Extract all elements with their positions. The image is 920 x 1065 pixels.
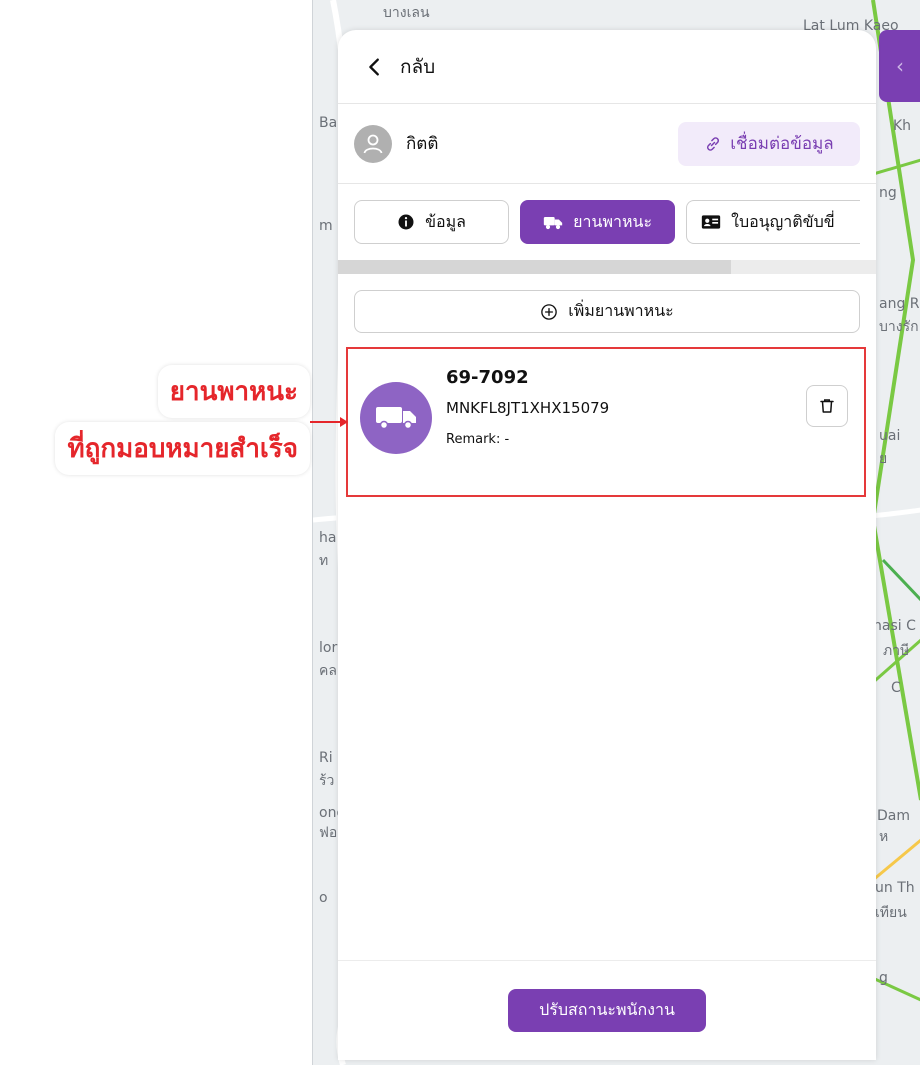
- map-label: C: [891, 680, 901, 696]
- info-icon: [398, 214, 414, 230]
- tab-info-label: ข้อมูล: [425, 211, 466, 231]
- map-label: ห: [879, 829, 889, 845]
- map-label: Ba: [319, 115, 338, 131]
- tab-license[interactable]: ใบอนุญาติขับขี่: [686, 200, 860, 244]
- map-label: บางเลน: [383, 5, 430, 21]
- back-label[interactable]: กลับ: [400, 52, 435, 82]
- trash-icon: [820, 399, 834, 413]
- delete-vehicle-button[interactable]: [806, 385, 848, 427]
- update-status-button[interactable]: ปรับสถานะพนักงาน: [508, 989, 706, 1032]
- map-label: lor: [319, 640, 338, 656]
- tab-bar: ข้อมูล ยานพาหนะ ใบอนุญาติขับขี่: [338, 200, 876, 244]
- panel-footer: ปรับสถานะพนักงาน: [338, 960, 876, 1060]
- annotation-arrow-icon: [310, 417, 348, 427]
- driver-panel: กลับ กิตติ เชื่อมต่อข้อมูล ข้อมูล ยานพาห…: [338, 30, 876, 1060]
- user-name: กิตติ: [406, 134, 439, 154]
- user-icon: [363, 134, 383, 153]
- map-label: o: [319, 890, 328, 906]
- back-arrow-icon[interactable]: [364, 56, 386, 78]
- map-label: ng: [879, 185, 897, 201]
- tab-license-label: ใบอนุญาติขับขี่: [731, 211, 835, 231]
- annotation-callout: ยานพาหนะ ที่ถูกมอบหมายสำเร็จ: [55, 365, 310, 475]
- tab-vehicle-label: ยานพาหนะ: [573, 211, 653, 231]
- link-icon: [707, 136, 720, 151]
- map-label: g: [879, 970, 888, 986]
- id-card-icon: [701, 215, 721, 229]
- map-label: ร้ว: [319, 773, 335, 789]
- vehicle-avatar: [360, 382, 432, 454]
- truck-icon: [376, 407, 416, 430]
- scroll-progress[interactable]: [338, 260, 876, 274]
- avatar: [354, 124, 392, 163]
- user-row: กิตติ เชื่อมต่อข้อมูล: [338, 104, 876, 184]
- tab-vehicle[interactable]: ยานพาหนะ: [520, 200, 676, 244]
- scroll-progress-fill: [338, 260, 731, 274]
- map-label: Kh: [893, 118, 912, 134]
- map-label: Ri: [319, 750, 333, 766]
- map-label: ha: [319, 530, 337, 546]
- link-data-button[interactable]: เชื่อมต่อข้อมูล: [678, 121, 860, 166]
- vehicle-plate: 69-7092: [446, 367, 529, 388]
- truck-icon: [543, 217, 563, 230]
- plus-circle-icon: [541, 303, 558, 320]
- map-label: ภาษี: [883, 643, 910, 659]
- map-label: ang R: [879, 296, 920, 312]
- map-label: ท: [319, 553, 329, 569]
- add-vehicle-button[interactable]: เพิ่มยานพาหนะ: [354, 290, 860, 333]
- map-label: Dam: [877, 808, 910, 824]
- chevron-left-icon: ‹: [896, 54, 904, 78]
- map-label: un Th: [875, 880, 915, 896]
- map-label: บางรัก: [879, 319, 919, 335]
- map-label: hasi C: [873, 618, 916, 634]
- vehicle-vin: MNKFL8JT1XHX15079: [446, 399, 610, 417]
- map-label: uai: [879, 428, 901, 444]
- tab-info[interactable]: ข้อมูล: [354, 200, 510, 244]
- map-collapse-button[interactable]: ‹: [879, 30, 920, 102]
- add-vehicle-label: เพิ่มยานพาหนะ: [568, 301, 674, 320]
- map-label: คล: [319, 663, 337, 679]
- link-data-button-label: เชื่อมต่อข้อมูล: [730, 134, 834, 154]
- map-label: เทียน: [875, 905, 907, 921]
- map-label: m: [319, 218, 333, 234]
- map-label: ย: [879, 451, 888, 467]
- panel-header: กลับ: [338, 30, 876, 104]
- annotation-line-2: ที่ถูกมอบหมายสำเร็จ: [55, 422, 310, 475]
- annotation-line-1: ยานพาหนะ: [157, 365, 310, 418]
- vehicle-card[interactable]: 69-7092 MNKFL8JT1XHX15079 Remark: -: [346, 347, 866, 497]
- vehicle-remark: Remark: -: [446, 432, 510, 447]
